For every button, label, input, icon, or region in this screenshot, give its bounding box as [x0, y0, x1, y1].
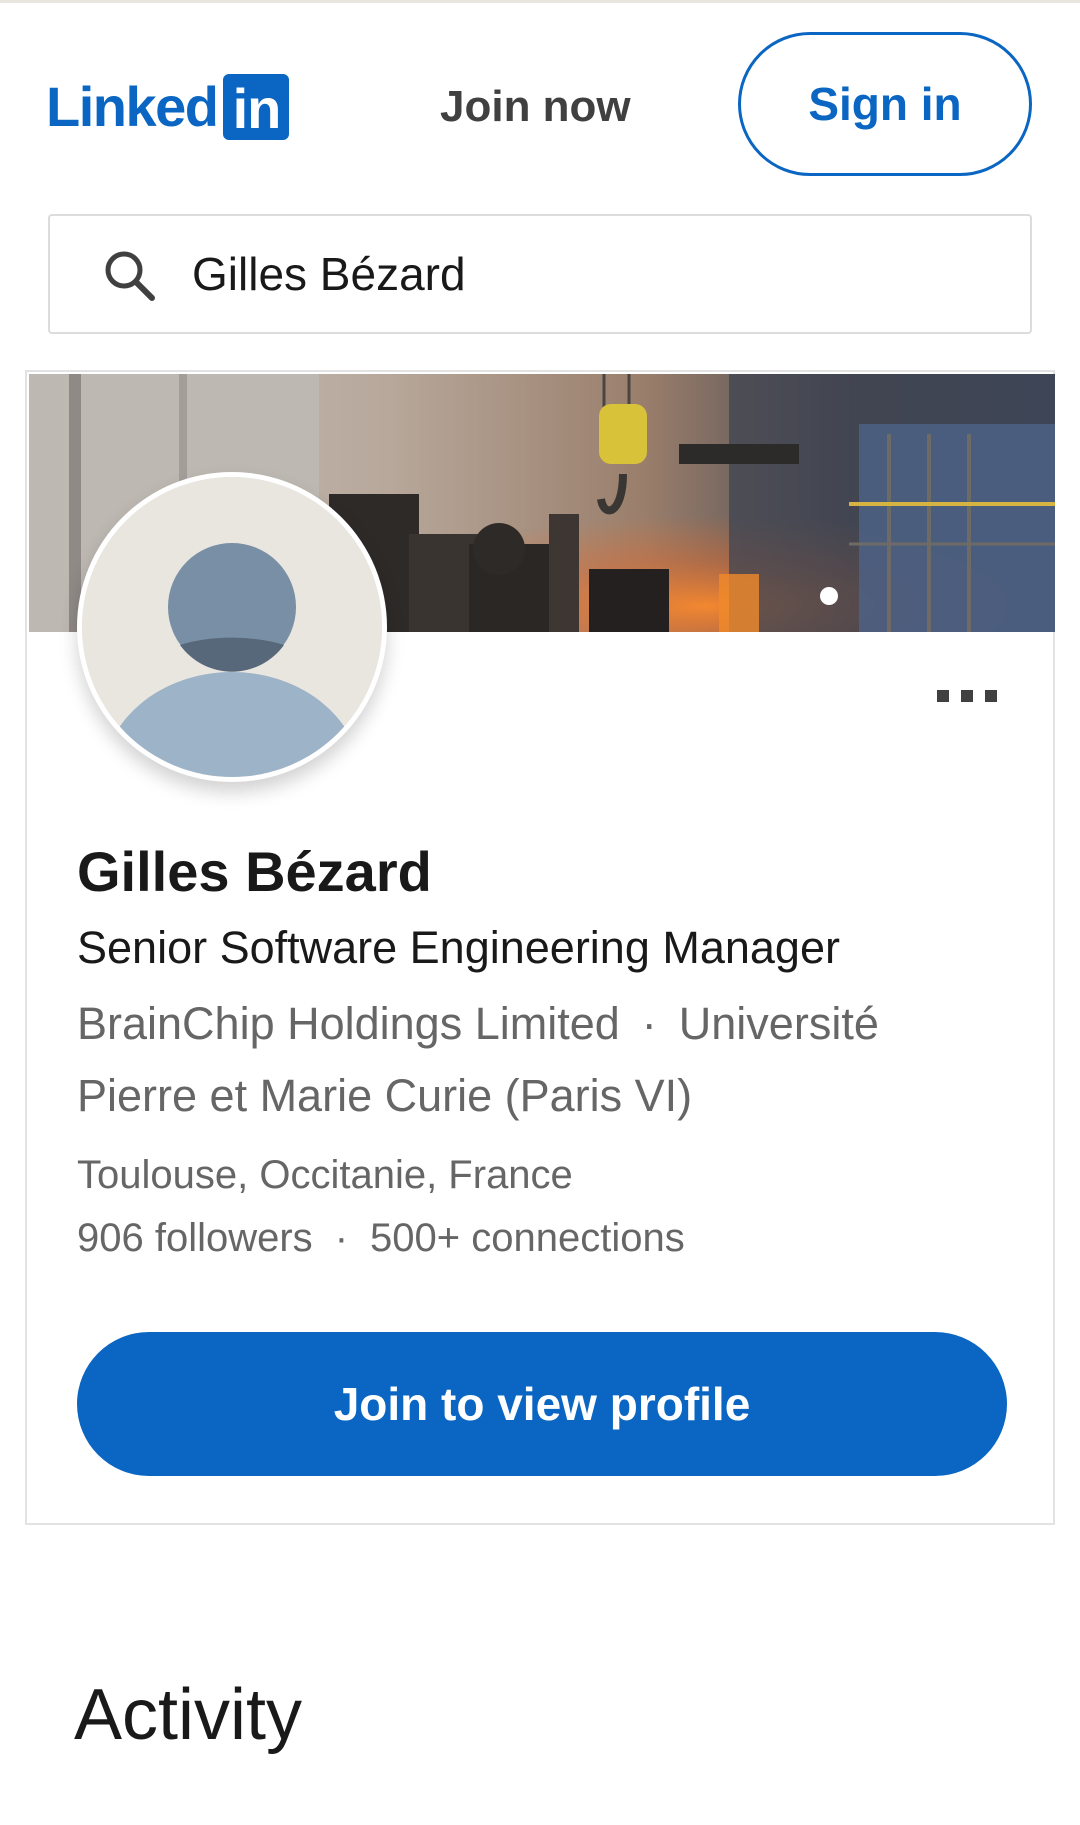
followers-count: 906 followers	[77, 1216, 313, 1260]
profile-name: Gilles Bézard	[77, 840, 432, 903]
profile-headline: Senior Software Engineering Manager	[77, 922, 840, 973]
search-input[interactable]: Gilles Bézard	[48, 214, 1032, 334]
activity-heading: Activity	[74, 1675, 303, 1755]
profile-experience-education: BrainChip Holdings Limited · Université Pi…	[77, 988, 977, 1132]
profile-card: Gilles Bézard Senior Software Engineerin…	[25, 370, 1055, 1525]
join-now-link[interactable]: Join now	[440, 74, 631, 140]
separator-dot: ·	[334, 1216, 349, 1260]
connections-count: 500+ connections	[370, 1216, 685, 1260]
company-link[interactable]: BrainChip Holdings Limited	[77, 998, 620, 1049]
logo-in-box: in	[223, 74, 290, 140]
avatar-placeholder	[82, 477, 382, 777]
header: Linked in Join now Sign in	[0, 0, 1080, 200]
linkedin-logo[interactable]: Linked in	[46, 74, 290, 140]
profile-location: Toulouse, Occitanie, France	[77, 1153, 573, 1197]
separator-dot: ·	[641, 998, 657, 1049]
search-icon	[105, 251, 155, 301]
sign-in-button[interactable]: Sign in	[738, 32, 1032, 176]
avatar	[77, 472, 387, 782]
person-silhouette-icon	[82, 477, 382, 777]
search-value[interactable]: Gilles Bézard	[192, 216, 466, 332]
join-to-view-profile-button[interactable]: Join to view profile	[77, 1332, 1007, 1476]
more-dots-icon[interactable]	[935, 688, 999, 704]
profile-network-counts: 906 followers · 500+ connections	[77, 1210, 685, 1266]
logo-wordmark: Linked	[46, 75, 219, 138]
